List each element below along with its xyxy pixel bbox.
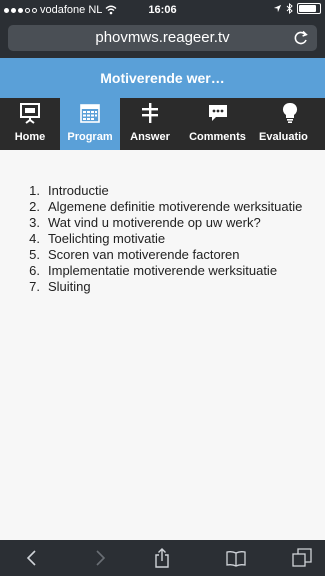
agenda-item-number: 1. xyxy=(29,183,40,198)
address-bar[interactable]: phovmws.reageer.tv xyxy=(8,25,317,51)
agenda-item-text: Implementatie motiverende werksituatie xyxy=(48,263,278,278)
agenda-item-number: 2. xyxy=(29,199,40,214)
program-content: 1. Introductie 2. Algemene definitie mot… xyxy=(0,150,325,540)
agenda-item-number: 6. xyxy=(29,263,40,278)
page-title: Motiverende wer… xyxy=(0,58,325,98)
battery-level xyxy=(299,5,316,12)
phone-screen: vodafone NL 16:06 phovmws.reageer.tv Mot… xyxy=(0,0,325,576)
agenda-item: 6. Implementatie motiverende werksituati… xyxy=(26,263,316,279)
bluetooth-icon xyxy=(286,3,293,14)
agenda-item-text: Scoren van motiverende factoren xyxy=(48,247,240,262)
agenda-item-text: Sluiting xyxy=(48,279,91,294)
nav-program-label: Program xyxy=(67,131,113,143)
presentation-icon xyxy=(20,103,40,124)
browser-address-area: phovmws.reageer.tv xyxy=(0,20,325,58)
speech-bubble-icon xyxy=(208,105,227,121)
nav-answer[interactable]: Answer xyxy=(120,98,180,150)
agenda-item-text: Toelichting motivatie xyxy=(48,231,166,246)
nav-home[interactable]: Home xyxy=(0,98,60,150)
agenda-item: 2. Algemene definitie motiverende werksi… xyxy=(26,199,316,215)
status-bar: vodafone NL 16:06 xyxy=(0,0,325,20)
share-icon[interactable] xyxy=(152,548,172,568)
location-arrow-icon xyxy=(273,4,282,13)
signpost-icon xyxy=(142,103,158,123)
nav-evaluation-label: Evaluatio xyxy=(259,131,308,143)
forward-icon[interactable] xyxy=(90,548,110,568)
tabs-icon[interactable] xyxy=(292,548,312,568)
nav-program[interactable]: Program xyxy=(60,98,120,150)
agenda-item-number: 4. xyxy=(29,231,40,246)
lightbulb-icon xyxy=(282,102,298,123)
reload-icon[interactable] xyxy=(293,30,309,46)
agenda-item: 4. Toelichting motivatie xyxy=(26,231,316,247)
nav-comments[interactable]: Comments xyxy=(180,98,255,150)
agenda-item-number: 7. xyxy=(29,279,40,294)
url-text: phovmws.reageer.tv xyxy=(95,29,230,46)
back-icon[interactable] xyxy=(22,548,42,568)
agenda-item-text: Algemene definitie motiverende werksitua… xyxy=(48,199,303,214)
nav-comments-label: Comments xyxy=(189,131,246,143)
agenda-item-text: Introductie xyxy=(48,183,109,198)
agenda-list: 1. Introductie 2. Algemene definitie mot… xyxy=(26,183,316,295)
battery-icon xyxy=(297,3,321,14)
agenda-item: 3. Wat vind u motiverende op uw werk? xyxy=(26,215,316,231)
status-icons xyxy=(273,3,321,14)
app-nav-bar: Home Program Answer Comments Evaluatio xyxy=(0,98,325,150)
agenda-item-text: Wat vind u motiverende op uw werk? xyxy=(48,215,261,230)
agenda-item-number: 3. xyxy=(29,215,40,230)
bookmarks-icon[interactable] xyxy=(226,548,246,568)
agenda-item: 1. Introductie xyxy=(26,183,316,199)
nav-home-label: Home xyxy=(14,131,46,143)
browser-toolbar xyxy=(0,540,325,576)
nav-evaluation[interactable]: Evaluatio xyxy=(255,98,325,150)
calendar-icon xyxy=(80,104,100,123)
agenda-item: 7. Sluiting xyxy=(26,279,316,295)
agenda-item: 5. Scoren van motiverende factoren xyxy=(26,247,316,263)
agenda-item-number: 5. xyxy=(29,247,40,262)
nav-answer-label: Answer xyxy=(130,131,170,143)
